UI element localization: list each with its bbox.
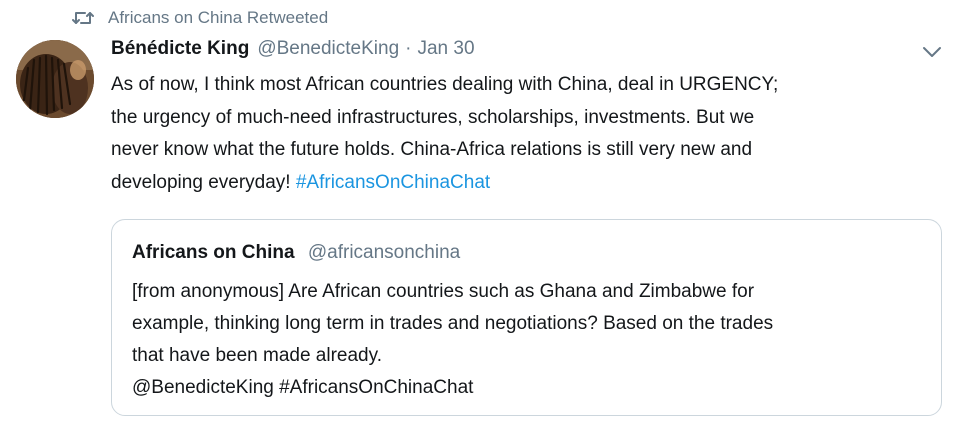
header-separator: ·	[405, 38, 412, 59]
tweet-text-last-line: developing everyday! #AfricansOnChinaCha…	[111, 167, 941, 200]
tweet-text-line: never know what the future holds. China-…	[111, 139, 753, 160]
avatar[interactable]	[16, 40, 94, 118]
quoted-tweet[interactable]: Africans on China @africansonchina [from…	[111, 219, 942, 416]
hashtag-link[interactable]: #AfricansOnChinaChat	[296, 172, 490, 193]
chevron-down-icon	[922, 45, 942, 63]
quoted-author-handle: @africansonchina	[307, 242, 461, 263]
tweet-text: As of now, I think most African countrie…	[111, 69, 941, 199]
tweet[interactable]: Africans on China Retweeted Bénédicte Ki…	[0, 0, 968, 429]
quoted-tweet-header: Africans on China @africansonchina	[132, 242, 460, 264]
quoted-author-name: Africans on China	[132, 242, 295, 263]
quoted-tweet-text: [from anonymous] Are African countries s…	[132, 276, 922, 404]
tweet-text-line: As of now, I think most African countrie…	[111, 74, 779, 95]
quoted-text-line: @BenedicteKing #AfricansOnChinaChat	[132, 377, 474, 398]
quoted-text-line: example, thinking long term in trades an…	[132, 313, 774, 334]
retweet-label: Africans on China Retweeted	[108, 8, 329, 27]
author-name[interactable]: Bénédicte King	[111, 38, 249, 60]
retweet-context[interactable]: Africans on China Retweeted	[72, 4, 328, 32]
tweet-menu-button[interactable]	[918, 42, 946, 66]
author-handle[interactable]: @BenedicteKing	[257, 38, 399, 60]
tweet-text-line-start: developing everyday!	[111, 171, 296, 193]
tweet-text-line: the urgency of much-need infrastructures…	[111, 106, 755, 128]
quoted-text-line: [from anonymous] Are African countries s…	[132, 281, 755, 302]
tweet-date[interactable]: Jan 30	[417, 38, 474, 60]
quoted-text-line: that have been made already.	[132, 345, 382, 366]
tweet-header: Bénédicte King @BenedicteKing · Jan 30	[111, 38, 475, 68]
retweet-icon	[72, 7, 94, 29]
avatar-image	[16, 40, 94, 118]
